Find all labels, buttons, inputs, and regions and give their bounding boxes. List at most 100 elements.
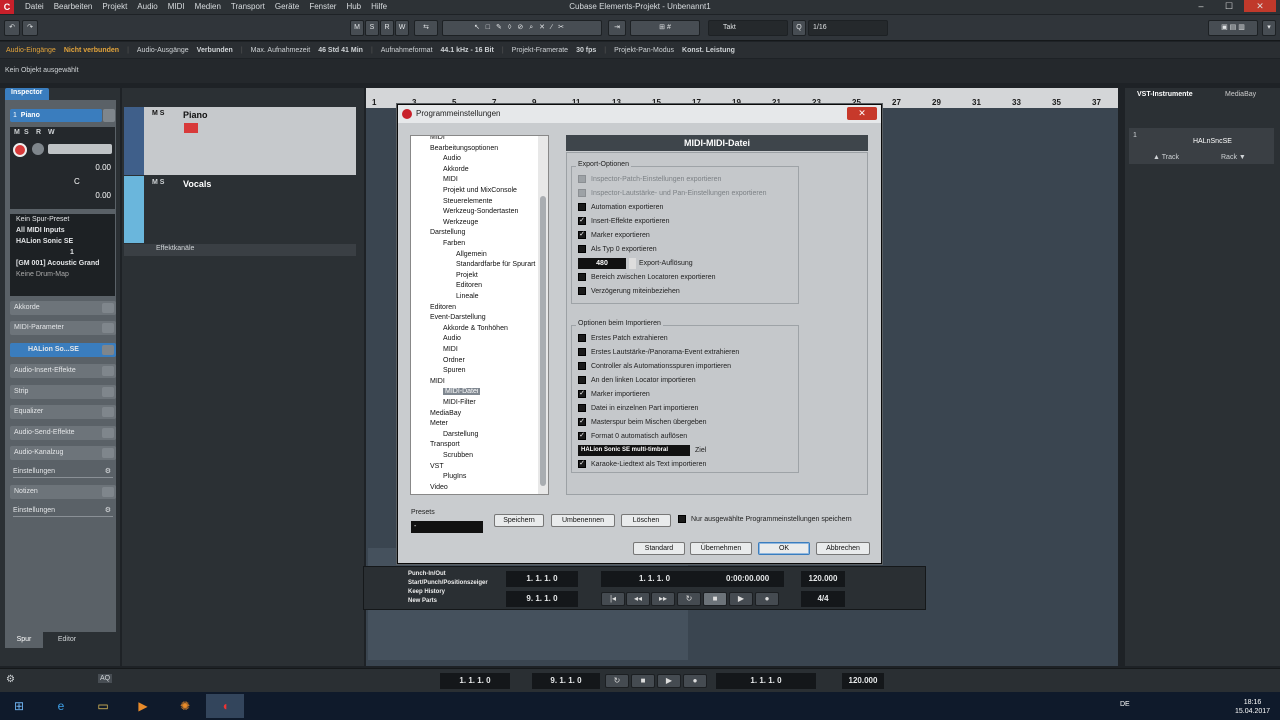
midi-output[interactable]: HALion Sonic SE — [10, 236, 115, 247]
tree-item[interactable]: Lineale — [456, 293, 479, 300]
gear-icon[interactable]: ⚙ — [105, 505, 111, 517]
record-icon[interactable]: ● — [683, 674, 707, 688]
tree-item[interactable]: Farben — [443, 240, 465, 247]
checkbox[interactable] — [578, 175, 586, 183]
menu-hub[interactable]: Hub — [341, 0, 366, 14]
tree-item[interactable]: MediaBay — [430, 410, 461, 417]
tree-item[interactable]: PlugIns — [443, 473, 466, 480]
mute-all-button[interactable]: M — [350, 20, 364, 36]
quantize-q-button[interactable]: Q — [792, 20, 806, 36]
track-row-fx[interactable]: Effektkanäle — [124, 244, 356, 256]
export-locator-option[interactable]: Bereich zwischen Locatoren exportieren — [578, 273, 716, 281]
framerate-value[interactable]: 30 fps — [576, 47, 596, 54]
tree-item[interactable]: MIDI — [430, 136, 445, 141]
track-row-vocals[interactable]: M S Vocals — [124, 176, 356, 243]
standard-button[interactable]: Standard — [633, 542, 685, 555]
checkbox-checked[interactable]: ✓ — [578, 418, 586, 426]
settings-row-2[interactable]: Einstellungen ⚙ — [13, 505, 113, 517]
edit-instrument-icon[interactable] — [103, 109, 115, 122]
instrument-slot[interactable]: 1 HALnSncSE ▲ Track Rack ▼ — [1129, 128, 1274, 164]
tree-item[interactable]: Video — [430, 484, 448, 491]
menu-midi[interactable]: MIDI — [163, 0, 190, 14]
tab-vst-instruments[interactable]: VST-Instrumente — [1129, 88, 1209, 102]
tab-mediabay[interactable]: MediaBay — [1215, 88, 1275, 102]
section-audio-channel[interactable]: Audio-Kanalzug — [10, 446, 116, 460]
media-player-icon[interactable]: ▶ — [124, 694, 162, 718]
ok-button[interactable]: OK — [758, 542, 810, 555]
stop-icon[interactable]: ■ — [631, 674, 655, 688]
apply-button[interactable]: Übernehmen — [690, 542, 752, 555]
menu-hilfe[interactable]: Hilfe — [366, 0, 392, 14]
export-delay-option[interactable]: Verzögerung miteinbeziehen — [578, 287, 680, 295]
autoquantize-button[interactable]: AQ — [98, 674, 113, 683]
tempo-display[interactable]: 120.000 — [801, 571, 845, 587]
quantize-select[interactable]: 1/16 — [808, 20, 888, 36]
tree-item[interactable]: Darstellung — [443, 431, 478, 438]
cycle-icon[interactable]: ↻ — [677, 592, 701, 606]
tempo-display[interactable]: 120.000 — [842, 673, 884, 689]
track-preset[interactable]: Kein Spur-Preset — [10, 214, 115, 225]
menu-fenster[interactable]: Fenster — [304, 0, 341, 14]
checkbox[interactable] — [578, 245, 586, 253]
rename-preset-button[interactable]: Umbenennen — [551, 514, 615, 527]
tree-item[interactable]: Editoren — [456, 282, 482, 289]
checkbox-checked[interactable]: ✓ — [578, 460, 586, 468]
menu-projekt[interactable]: Projekt — [97, 0, 132, 14]
checkbox[interactable] — [578, 189, 586, 197]
checkbox-checked[interactable]: ✓ — [578, 217, 586, 225]
import-locator-option[interactable]: An den linken Locator importieren — [578, 376, 696, 384]
cycle-icon[interactable]: ↻ — [605, 674, 629, 688]
read-button[interactable]: R — [36, 129, 41, 136]
delete-preset-button[interactable]: Löschen — [621, 514, 671, 527]
import-master-option[interactable]: ✓ Masterspur beim Mischen übergeben — [578, 418, 707, 426]
checkbox[interactable] — [578, 334, 586, 342]
tree-item[interactable]: Editoren — [430, 304, 456, 311]
rack-button[interactable]: Rack ▼ — [1221, 154, 1246, 161]
export-patch-option[interactable]: Inspector-Patch-Einstellungen exportiere… — [578, 175, 721, 183]
tree-item[interactable]: MIDI — [443, 176, 458, 183]
checkbox[interactable] — [578, 203, 586, 211]
mute-button[interactable]: M — [152, 110, 158, 117]
tree-item[interactable]: Audio — [443, 335, 461, 342]
checkbox-checked[interactable]: ✓ — [578, 390, 586, 398]
import-patch-option[interactable]: Erstes Patch extrahieren — [578, 334, 668, 342]
undo-button[interactable]: ↶ — [4, 20, 20, 36]
midi-channel[interactable]: 1 — [10, 247, 130, 258]
position-time[interactable]: 0:00:00.000 — [726, 571, 769, 587]
close-window-button[interactable]: ✕ — [1244, 0, 1276, 12]
audio-outputs-value[interactable]: Verbunden — [197, 47, 233, 54]
section-audio-insert[interactable]: Audio-Insert-Effekte — [10, 364, 116, 378]
tree-item[interactable]: Event-Darstellung — [430, 314, 486, 321]
resolution-stepper[interactable] — [629, 258, 636, 269]
section-strip[interactable]: Strip — [10, 385, 116, 399]
checkbox-checked[interactable]: ✓ — [578, 231, 586, 239]
checkbox[interactable] — [578, 273, 586, 281]
menu-bearbeiten[interactable]: Bearbeiten — [49, 0, 98, 14]
left-locator[interactable]: 1. 1. 1. 0 — [506, 571, 578, 587]
import-controller-option[interactable]: Controller als Automationsspuren importi… — [578, 362, 731, 370]
mute-solo[interactable]: M S — [152, 179, 164, 186]
export-volume-option[interactable]: Inspector-Lautstärke- und Pan-Einstellun… — [578, 189, 767, 197]
export-insert-option[interactable]: ✓ Insert-Effekte exportieren — [578, 217, 669, 225]
checkbox[interactable] — [578, 376, 586, 384]
minimize-button[interactable]: – — [1188, 0, 1214, 12]
solo-button[interactable]: S — [160, 179, 165, 186]
tree-item[interactable]: Spuren — [443, 367, 466, 374]
checkbox[interactable] — [678, 515, 686, 523]
checkbox-checked[interactable]: ✓ — [578, 432, 586, 440]
import-karaoke-option[interactable]: ✓ Karaoke-Liedtext als Text importieren — [578, 460, 706, 468]
tree-item[interactable]: Bearbeitungsoptionen — [430, 145, 498, 152]
menu-transport[interactable]: Transport — [226, 0, 270, 14]
import-single-part-option[interactable]: Datei in einzelnen Part importieren — [578, 404, 698, 412]
checkbox[interactable] — [578, 348, 586, 356]
tree-item[interactable]: Audio — [443, 155, 461, 162]
settings-row[interactable]: Einstellungen ⚙ — [13, 466, 113, 478]
menu-medien[interactable]: Medien — [190, 0, 226, 14]
forward-icon[interactable]: ▸▸ — [651, 592, 675, 606]
start-option[interactable]: Start/Punch/Positionszeiger — [408, 579, 492, 588]
language-indicator[interactable]: DE — [1120, 701, 1130, 708]
tree-item[interactable]: Scrubben — [443, 452, 473, 459]
mute-button[interactable]: M — [14, 129, 20, 136]
rec-format-value[interactable]: 44.1 kHz - 16 Bit — [441, 47, 494, 54]
windows-start-icon[interactable]: ⊞ — [0, 694, 38, 718]
